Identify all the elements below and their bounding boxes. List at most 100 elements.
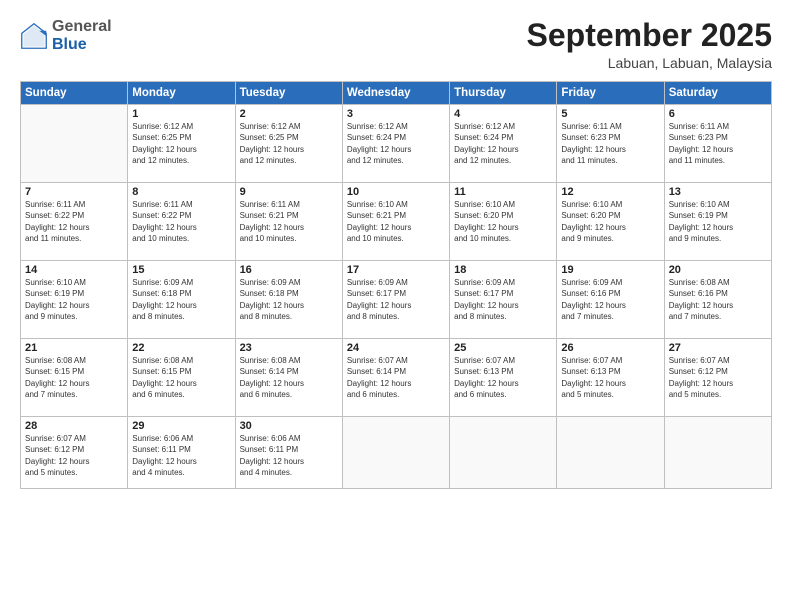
day-number: 6 xyxy=(669,108,767,120)
day-info: Sunrise: 6:10 AM Sunset: 6:19 PM Dayligh… xyxy=(25,277,123,322)
day-info: Sunrise: 6:12 AM Sunset: 6:24 PM Dayligh… xyxy=(454,121,552,166)
calendar-cell xyxy=(557,417,664,489)
day-info: Sunrise: 6:09 AM Sunset: 6:17 PM Dayligh… xyxy=(454,277,552,322)
calendar-cell: 14Sunrise: 6:10 AM Sunset: 6:19 PM Dayli… xyxy=(21,261,128,339)
header-friday: Friday xyxy=(557,82,664,105)
calendar-cell: 13Sunrise: 6:10 AM Sunset: 6:19 PM Dayli… xyxy=(664,183,771,261)
calendar-cell: 6Sunrise: 6:11 AM Sunset: 6:23 PM Daylig… xyxy=(664,105,771,183)
calendar-cell: 19Sunrise: 6:09 AM Sunset: 6:16 PM Dayli… xyxy=(557,261,664,339)
day-info: Sunrise: 6:12 AM Sunset: 6:25 PM Dayligh… xyxy=(132,121,230,166)
day-info: Sunrise: 6:08 AM Sunset: 6:16 PM Dayligh… xyxy=(669,277,767,322)
day-number: 27 xyxy=(669,342,767,354)
header-monday: Monday xyxy=(128,82,235,105)
logo-icon xyxy=(20,22,48,50)
day-number: 10 xyxy=(347,186,445,198)
calendar-cell: 29Sunrise: 6:06 AM Sunset: 6:11 PM Dayli… xyxy=(128,417,235,489)
day-number: 24 xyxy=(347,342,445,354)
day-number: 8 xyxy=(132,186,230,198)
month-title: September 2025 xyxy=(527,18,772,53)
calendar-cell: 18Sunrise: 6:09 AM Sunset: 6:17 PM Dayli… xyxy=(450,261,557,339)
calendar-cell: 20Sunrise: 6:08 AM Sunset: 6:16 PM Dayli… xyxy=(664,261,771,339)
logo-general: General xyxy=(52,18,112,35)
day-number: 12 xyxy=(561,186,659,198)
header-thursday: Thursday xyxy=(450,82,557,105)
calendar-cell: 16Sunrise: 6:09 AM Sunset: 6:18 PM Dayli… xyxy=(235,261,342,339)
calendar-cell: 1Sunrise: 6:12 AM Sunset: 6:25 PM Daylig… xyxy=(128,105,235,183)
day-info: Sunrise: 6:09 AM Sunset: 6:18 PM Dayligh… xyxy=(240,277,338,322)
day-info: Sunrise: 6:06 AM Sunset: 6:11 PM Dayligh… xyxy=(132,433,230,478)
calendar: Sunday Monday Tuesday Wednesday Thursday… xyxy=(20,81,772,489)
day-info: Sunrise: 6:10 AM Sunset: 6:21 PM Dayligh… xyxy=(347,199,445,244)
calendar-cell: 9Sunrise: 6:11 AM Sunset: 6:21 PM Daylig… xyxy=(235,183,342,261)
day-number: 22 xyxy=(132,342,230,354)
day-info: Sunrise: 6:12 AM Sunset: 6:25 PM Dayligh… xyxy=(240,121,338,166)
day-number: 4 xyxy=(454,108,552,120)
day-number: 25 xyxy=(454,342,552,354)
calendar-cell: 17Sunrise: 6:09 AM Sunset: 6:17 PM Dayli… xyxy=(342,261,449,339)
day-number: 19 xyxy=(561,264,659,276)
day-number: 20 xyxy=(669,264,767,276)
day-number: 14 xyxy=(25,264,123,276)
day-number: 3 xyxy=(347,108,445,120)
location: Labuan, Labuan, Malaysia xyxy=(527,55,772,71)
day-info: Sunrise: 6:08 AM Sunset: 6:14 PM Dayligh… xyxy=(240,355,338,400)
calendar-cell: 30Sunrise: 6:06 AM Sunset: 6:11 PM Dayli… xyxy=(235,417,342,489)
day-number: 13 xyxy=(669,186,767,198)
calendar-cell: 12Sunrise: 6:10 AM Sunset: 6:20 PM Dayli… xyxy=(557,183,664,261)
day-number: 18 xyxy=(454,264,552,276)
day-number: 1 xyxy=(132,108,230,120)
header-wednesday: Wednesday xyxy=(342,82,449,105)
day-number: 7 xyxy=(25,186,123,198)
calendar-cell: 4Sunrise: 6:12 AM Sunset: 6:24 PM Daylig… xyxy=(450,105,557,183)
day-number: 11 xyxy=(454,186,552,198)
day-info: Sunrise: 6:10 AM Sunset: 6:20 PM Dayligh… xyxy=(454,199,552,244)
calendar-cell: 23Sunrise: 6:08 AM Sunset: 6:14 PM Dayli… xyxy=(235,339,342,417)
day-number: 30 xyxy=(240,420,338,432)
day-info: Sunrise: 6:10 AM Sunset: 6:19 PM Dayligh… xyxy=(669,199,767,244)
header-sunday: Sunday xyxy=(21,82,128,105)
week-row-3: 14Sunrise: 6:10 AM Sunset: 6:19 PM Dayli… xyxy=(21,261,772,339)
calendar-cell: 24Sunrise: 6:07 AM Sunset: 6:14 PM Dayli… xyxy=(342,339,449,417)
day-number: 17 xyxy=(347,264,445,276)
day-info: Sunrise: 6:11 AM Sunset: 6:23 PM Dayligh… xyxy=(669,121,767,166)
day-info: Sunrise: 6:07 AM Sunset: 6:12 PM Dayligh… xyxy=(669,355,767,400)
logo-blue: Blue xyxy=(52,36,87,53)
day-info: Sunrise: 6:11 AM Sunset: 6:21 PM Dayligh… xyxy=(240,199,338,244)
day-number: 16 xyxy=(240,264,338,276)
page: General Blue September 2025 Labuan, Labu… xyxy=(0,0,792,612)
week-row-2: 7Sunrise: 6:11 AM Sunset: 6:22 PM Daylig… xyxy=(21,183,772,261)
day-number: 21 xyxy=(25,342,123,354)
calendar-cell: 7Sunrise: 6:11 AM Sunset: 6:22 PM Daylig… xyxy=(21,183,128,261)
day-info: Sunrise: 6:07 AM Sunset: 6:14 PM Dayligh… xyxy=(347,355,445,400)
calendar-cell: 25Sunrise: 6:07 AM Sunset: 6:13 PM Dayli… xyxy=(450,339,557,417)
calendar-cell xyxy=(450,417,557,489)
day-info: Sunrise: 6:11 AM Sunset: 6:22 PM Dayligh… xyxy=(25,199,123,244)
day-info: Sunrise: 6:07 AM Sunset: 6:13 PM Dayligh… xyxy=(561,355,659,400)
week-row-5: 28Sunrise: 6:07 AM Sunset: 6:12 PM Dayli… xyxy=(21,417,772,489)
logo: General Blue xyxy=(20,18,112,53)
logo-text: General Blue xyxy=(52,18,112,53)
calendar-cell xyxy=(664,417,771,489)
day-info: Sunrise: 6:06 AM Sunset: 6:11 PM Dayligh… xyxy=(240,433,338,478)
calendar-cell: 11Sunrise: 6:10 AM Sunset: 6:20 PM Dayli… xyxy=(450,183,557,261)
header-tuesday: Tuesday xyxy=(235,82,342,105)
day-number: 9 xyxy=(240,186,338,198)
week-row-4: 21Sunrise: 6:08 AM Sunset: 6:15 PM Dayli… xyxy=(21,339,772,417)
day-number: 2 xyxy=(240,108,338,120)
week-row-1: 1Sunrise: 6:12 AM Sunset: 6:25 PM Daylig… xyxy=(21,105,772,183)
title-block: September 2025 Labuan, Labuan, Malaysia xyxy=(527,18,772,71)
day-info: Sunrise: 6:11 AM Sunset: 6:22 PM Dayligh… xyxy=(132,199,230,244)
day-info: Sunrise: 6:10 AM Sunset: 6:20 PM Dayligh… xyxy=(561,199,659,244)
day-number: 28 xyxy=(25,420,123,432)
calendar-cell xyxy=(21,105,128,183)
calendar-header-row: Sunday Monday Tuesday Wednesday Thursday… xyxy=(21,82,772,105)
header: General Blue September 2025 Labuan, Labu… xyxy=(20,18,772,71)
calendar-cell: 21Sunrise: 6:08 AM Sunset: 6:15 PM Dayli… xyxy=(21,339,128,417)
header-saturday: Saturday xyxy=(664,82,771,105)
calendar-cell: 2Sunrise: 6:12 AM Sunset: 6:25 PM Daylig… xyxy=(235,105,342,183)
calendar-cell: 26Sunrise: 6:07 AM Sunset: 6:13 PM Dayli… xyxy=(557,339,664,417)
day-number: 26 xyxy=(561,342,659,354)
day-number: 15 xyxy=(132,264,230,276)
day-info: Sunrise: 6:08 AM Sunset: 6:15 PM Dayligh… xyxy=(25,355,123,400)
day-info: Sunrise: 6:12 AM Sunset: 6:24 PM Dayligh… xyxy=(347,121,445,166)
